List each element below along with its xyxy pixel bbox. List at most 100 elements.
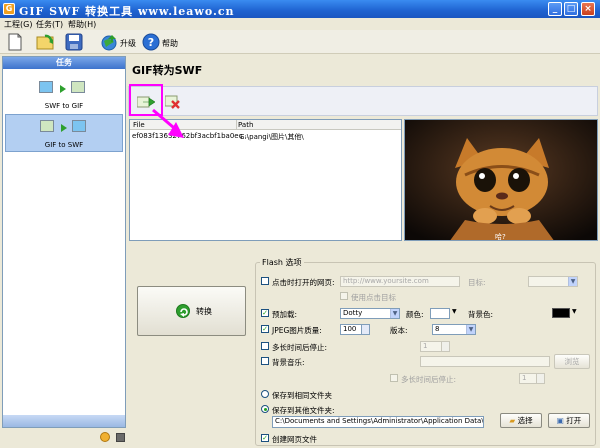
maximize-button[interactable]: □ — [564, 2, 578, 16]
open-url-checkbox[interactable] — [261, 277, 269, 285]
open-url-label: 点击时打开的网页: — [272, 278, 335, 287]
music-stop-checkbox[interactable] — [390, 374, 398, 382]
status-settings-icon[interactable] — [116, 433, 125, 442]
convert-icon — [176, 304, 190, 318]
bg-music-input[interactable] — [420, 356, 550, 367]
convert-label: 转换 — [196, 307, 212, 316]
close-button[interactable]: × — [581, 2, 595, 16]
save-icon[interactable] — [65, 33, 83, 51]
menu-project[interactable]: 工程(G) — [4, 19, 32, 30]
task-sidebar: 任务 SWF to GIF GIF to SWF — [2, 56, 126, 428]
select-folder-label: 选择 — [517, 416, 533, 425]
page-title: GIF转为SWF — [132, 64, 203, 77]
create-webpage-label: 创建网页文件 — [272, 435, 317, 444]
menu-task[interactable]: 任务(T) — [36, 19, 63, 30]
browse-button[interactable]: 浏览 — [554, 354, 590, 369]
flash-options-title: Flash 选项 — [260, 257, 304, 268]
chevron-down-icon: ▼ — [466, 325, 475, 334]
annotation-arrow-icon — [152, 108, 184, 138]
swf-icon — [39, 81, 53, 93]
arrow-right-icon — [60, 85, 66, 93]
bgcolor-swatch[interactable] — [552, 308, 570, 318]
bg-music-label: 背景音乐: — [272, 358, 305, 367]
chevron-down-icon: ▼ — [390, 309, 399, 318]
gif-preview: 哈? — [404, 119, 598, 241]
sidebar-item-label: SWF to GIF — [44, 102, 84, 110]
help-icon[interactable]: ? — [142, 33, 160, 51]
folder-icon: ▰ — [509, 416, 516, 425]
open-folder-icon: ▣ — [556, 416, 564, 425]
sidebar-header: 任务 — [3, 57, 125, 69]
convert-button[interactable]: 转换 — [137, 286, 246, 336]
preload-label: 预加载: — [272, 310, 298, 319]
file-path-cell: E:\pangi\图片\其他\ — [240, 133, 304, 141]
color-label: 颜色: — [406, 310, 424, 319]
music-stop-label: 多长时间后停止: — [401, 375, 457, 384]
help-label[interactable]: 帮助 — [162, 38, 178, 49]
sidebar-item-swf-to-gif[interactable]: SWF to GIF — [5, 77, 123, 113]
chevron-down-icon: ▼ — [568, 277, 577, 286]
bgcolor-label: 背景色: — [468, 310, 494, 319]
target-label: 目标: — [468, 278, 486, 287]
stop-after-stepper[interactable] — [441, 341, 450, 352]
preload-checkbox[interactable]: ✓ — [261, 309, 269, 317]
bg-music-checkbox[interactable] — [261, 357, 269, 365]
upgrade-label[interactable]: 升级 — [120, 38, 136, 49]
version-label: 版本: — [390, 326, 408, 335]
stop-after-checkbox[interactable] — [261, 342, 269, 350]
window-title: GIF SWF 转换工具 www.leawo.cn — [19, 5, 235, 18]
jpeg-quality-input[interactable]: 100 — [340, 324, 362, 335]
toolbar: 升级 ? 帮助 — [0, 30, 600, 54]
jpeg-quality-label: JPEG图片质量: — [272, 326, 322, 335]
target-select[interactable]: ▼ — [528, 276, 578, 287]
jpeg-quality-stepper[interactable] — [361, 324, 370, 335]
url-input[interactable]: http://www.yoursite.com — [340, 276, 460, 287]
app-icon: G — [3, 3, 15, 15]
stop-after-input[interactable]: 1 — [420, 341, 442, 352]
select-folder-button[interactable]: ▰ 选择 — [500, 413, 542, 428]
preview-caption: 哈? — [495, 233, 506, 241]
output-folder-input[interactable]: C:\Documents and Settings\Administrator\… — [272, 416, 484, 428]
gif-icon — [40, 120, 54, 132]
use-click-target-checkbox[interactable] — [340, 292, 348, 300]
sidebar-item-gif-to-swf[interactable]: GIF to SWF — [5, 114, 123, 152]
add-file-icon[interactable] — [136, 95, 156, 109]
gif-icon — [71, 81, 85, 93]
swf-icon — [72, 120, 86, 132]
stop-after-label: 多长时间后停止: — [272, 343, 328, 352]
music-stop-input[interactable]: 1 — [519, 373, 537, 384]
upgrade-icon[interactable] — [100, 33, 118, 51]
jpeg-quality-checkbox[interactable]: ✓ — [261, 325, 269, 333]
status-bar — [0, 430, 128, 446]
file-action-bar — [128, 84, 598, 116]
music-stop-stepper[interactable] — [536, 373, 545, 384]
svg-text:?: ? — [148, 36, 154, 49]
color-swatch[interactable] — [430, 308, 450, 319]
sidebar-footer — [3, 415, 125, 427]
version-select[interactable]: 8 ▼ — [432, 324, 476, 335]
new-file-icon[interactable] — [6, 33, 24, 51]
sidebar-item-label: GIF to SWF — [44, 141, 84, 149]
save-other-folder-radio[interactable] — [261, 405, 269, 413]
chevron-down-icon[interactable]: ▼ — [572, 308, 577, 315]
title-bar[interactable]: G GIF SWF 转换工具 www.leawo.cn _ □ × — [0, 0, 600, 18]
preload-select[interactable]: Dotty ▼ — [340, 308, 400, 319]
menu-help[interactable]: 帮助(H) — [68, 19, 96, 30]
minimize-button[interactable]: _ — [548, 2, 562, 16]
create-webpage-checkbox[interactable]: ✓ — [261, 434, 269, 442]
preload-value: Dotty — [343, 309, 363, 317]
chevron-down-icon[interactable]: ▼ — [452, 308, 457, 315]
arrow-right-icon — [61, 124, 67, 132]
open-folder-label: 打开 — [566, 416, 582, 425]
open-file-icon[interactable] — [36, 33, 54, 51]
save-same-folder-radio[interactable] — [261, 390, 269, 398]
version-value: 8 — [435, 325, 440, 333]
cat-preview-image — [405, 120, 597, 240]
use-click-target-label: 使用点击目标 — [351, 293, 396, 302]
save-other-folder-label: 保存到其他文件夹: — [272, 406, 335, 415]
remove-file-icon[interactable] — [164, 95, 181, 109]
status-face-icon — [100, 432, 110, 442]
menu-bar: 工程(G) 任务(T) 帮助(H) — [0, 18, 600, 30]
save-same-folder-label: 保存到相同文件夹 — [272, 391, 332, 400]
open-folder-button[interactable]: ▣ 打开 — [548, 413, 590, 428]
